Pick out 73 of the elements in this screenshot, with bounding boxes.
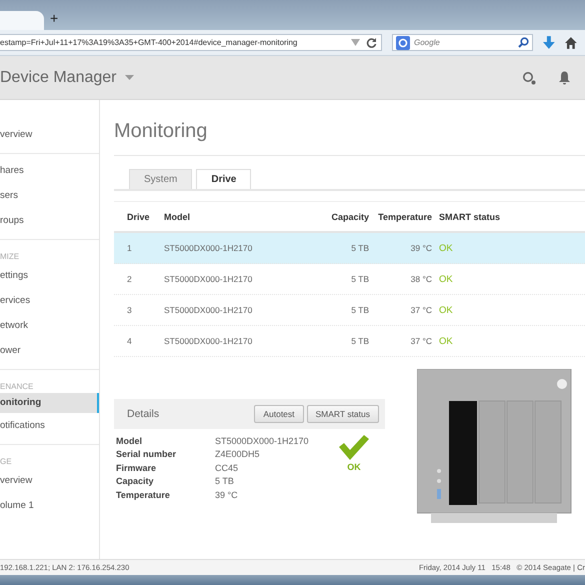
- table-cell-text: ST5000DX000-1H2170: [164, 305, 254, 315]
- app-title[interactable]: Device Manager: [0, 68, 116, 86]
- section-heading: MIZE: [0, 251, 20, 263]
- search-engine-icon[interactable]: [396, 36, 410, 50]
- bell-icon[interactable]: [558, 70, 571, 84]
- column-header: Capacity: [330, 212, 369, 222]
- checkmark-icon: [338, 434, 370, 460]
- table-cell-text: ST5000DX000-1H2170: [164, 274, 254, 284]
- column-header: Drive: [126, 212, 151, 222]
- tab[interactable]: Drive: [196, 169, 252, 189]
- status-text: OK: [438, 274, 453, 284]
- download-icon[interactable]: [543, 36, 556, 49]
- field-value: ST5000DX000-1H2170: [215, 436, 309, 446]
- sidebar-item[interactable]: etwork: [0, 313, 99, 338]
- status-text: OK: [438, 336, 453, 346]
- sidebar-item[interactable]: verview: [0, 468, 99, 493]
- table-cell-text: 5 TB: [350, 305, 369, 315]
- table-cell-text: 3: [126, 305, 133, 315]
- sidebar-item[interactable]: ettings: [0, 263, 99, 288]
- reload-icon[interactable]: [366, 37, 377, 48]
- search-icon[interactable]: [522, 70, 536, 84]
- table-row[interactable]: 4 ST5000DX000-1H2170 5 TB 37 °C OK: [114, 326, 585, 357]
- status-text: OK: [347, 462, 361, 472]
- table-cell-text: 38 °C: [410, 274, 432, 284]
- column-header: SMART status: [438, 212, 500, 222]
- table-cell-text: 39 °C: [410, 243, 432, 253]
- sidebar-item[interactable]: olume 1: [0, 493, 99, 518]
- table-row[interactable]: 2 ST5000DX000-1H2170 5 TB 38 °C OK: [114, 264, 585, 295]
- new-tab-button[interactable]: +: [50, 10, 58, 30]
- page-title: Monitoring: [114, 120, 585, 156]
- field-label: Temperature: [116, 490, 171, 500]
- table-cell-text: 37 °C: [410, 305, 432, 315]
- sidebar-item[interactable]: ower: [0, 338, 99, 363]
- section-heading: GE: [0, 456, 13, 468]
- table-cell-text: ST5000DX000-1H2170: [164, 336, 254, 346]
- table-cell-text: ST5000DX000-1H2170: [164, 243, 254, 253]
- search-field[interactable]: Google: [392, 34, 534, 51]
- field-value: 39 °C: [215, 490, 238, 500]
- table-row[interactable]: 3 ST5000DX000-1H2170 5 TB 37 °C OK: [114, 295, 585, 326]
- field-value: 5 TB: [215, 476, 234, 486]
- table-cell-text: 37 °C: [410, 336, 432, 346]
- tab[interactable]: System: [129, 169, 192, 189]
- sidebar-item[interactable]: hares: [0, 158, 99, 183]
- home-icon[interactable]: [565, 36, 578, 48]
- field-label: Serial number: [116, 449, 178, 460]
- table-cell-text: 5 TB: [350, 243, 369, 253]
- details-title: Details: [127, 408, 160, 420]
- table-cell-text: 4: [126, 336, 133, 346]
- action-button[interactable]: SMART status: [306, 405, 379, 423]
- field-label: Firmware: [116, 462, 158, 473]
- status-text: OK: [438, 304, 453, 316]
- table-row[interactable]: 1 ST5000DX000-1H2170 5 TB 39 °C OK: [114, 233, 585, 264]
- sidebar-item[interactable]: otifications: [0, 413, 99, 438]
- action-button[interactable]: Autotest: [254, 405, 304, 423]
- table-cell-text: 2: [126, 274, 133, 284]
- table-cell-text: 5 TB: [350, 336, 369, 346]
- sidebar-item[interactable]: sers: [0, 183, 99, 208]
- field-label: Model: [116, 436, 143, 446]
- sidebar-item[interactable]: onitoring: [0, 393, 99, 413]
- field-label: Capacity: [116, 476, 155, 486]
- search-icon[interactable]: [518, 37, 530, 48]
- status-text: OK: [438, 242, 453, 254]
- table-cell-text: 1: [126, 243, 133, 253]
- sidebar-item[interactable]: verview: [0, 122, 99, 147]
- section-heading: ENANCE: [0, 381, 34, 393]
- address-bar[interactable]: estamp=Fri+Jul+11+17%3A19%3A35+GMT-400+2014#device_manager-monitoring: [0, 34, 382, 51]
- field-value: Z4E00DH5: [215, 449, 260, 460]
- table-cell-text: 5 TB: [350, 274, 369, 284]
- column-header: Model: [164, 212, 191, 222]
- sidebar-item[interactable]: ervices: [0, 288, 99, 313]
- sidebar-item[interactable]: roups: [0, 208, 99, 233]
- field-value: CC45: [215, 462, 238, 473]
- column-header: Temperature: [377, 212, 432, 222]
